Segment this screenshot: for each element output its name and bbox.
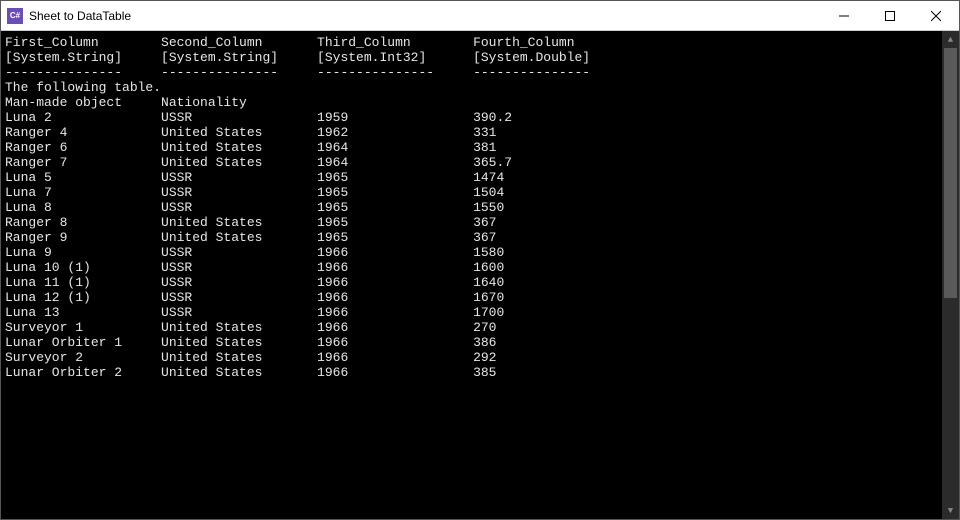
- console-line: The following table.: [5, 80, 938, 95]
- console-line: Man-made object Nationality: [5, 95, 938, 110]
- minimize-icon: [839, 11, 849, 21]
- console-line: Luna 10 (1) USSR 1966 1600: [5, 260, 938, 275]
- console-line: First_Column Second_Column Third_Column …: [5, 35, 938, 50]
- console-output: First_Column Second_Column Third_Column …: [1, 31, 942, 519]
- vertical-scrollbar[interactable]: ▲ ▼: [942, 31, 959, 519]
- console-line: Ranger 9 United States 1965 367: [5, 230, 938, 245]
- console-line: Luna 12 (1) USSR 1966 1670: [5, 290, 938, 305]
- window-title: Sheet to DataTable: [29, 9, 821, 23]
- console-line: Ranger 8 United States 1965 367: [5, 215, 938, 230]
- scrollbar-track[interactable]: [942, 48, 959, 502]
- console-line: Luna 7 USSR 1965 1504: [5, 185, 938, 200]
- console-line: Ranger 4 United States 1962 331: [5, 125, 938, 140]
- console-line: Surveyor 1 United States 1966 270: [5, 320, 938, 335]
- maximize-icon: [885, 11, 895, 21]
- maximize-button[interactable]: [867, 1, 913, 30]
- console-line: Lunar Orbiter 2 United States 1966 385: [5, 365, 938, 380]
- close-icon: [931, 11, 941, 21]
- scrollbar-thumb[interactable]: [944, 48, 957, 298]
- console-line: Luna 9 USSR 1966 1580: [5, 245, 938, 260]
- console-line: Surveyor 2 United States 1966 292: [5, 350, 938, 365]
- console-line: Ranger 6 United States 1964 381: [5, 140, 938, 155]
- console-line: Luna 2 USSR 1959 390.2: [5, 110, 938, 125]
- console-line: [System.String] [System.String] [System.…: [5, 50, 938, 65]
- console-line: --------------- --------------- --------…: [5, 65, 938, 80]
- console-area: First_Column Second_Column Third_Column …: [1, 31, 959, 519]
- console-line: Lunar Orbiter 1 United States 1966 386: [5, 335, 938, 350]
- title-bar[interactable]: C# Sheet to DataTable: [1, 1, 959, 31]
- app-window: C# Sheet to DataTable First_Column Secon…: [0, 0, 960, 520]
- window-controls: [821, 1, 959, 30]
- app-icon: C#: [7, 8, 23, 24]
- scroll-up-arrow-icon[interactable]: ▲: [942, 31, 959, 48]
- close-button[interactable]: [913, 1, 959, 30]
- console-line: Luna 5 USSR 1965 1474: [5, 170, 938, 185]
- minimize-button[interactable]: [821, 1, 867, 30]
- console-line: Luna 11 (1) USSR 1966 1640: [5, 275, 938, 290]
- console-line: Ranger 7 United States 1964 365.7: [5, 155, 938, 170]
- scroll-down-arrow-icon[interactable]: ▼: [942, 502, 959, 519]
- console-line: Luna 13 USSR 1966 1700: [5, 305, 938, 320]
- console-line: Luna 8 USSR 1965 1550: [5, 200, 938, 215]
